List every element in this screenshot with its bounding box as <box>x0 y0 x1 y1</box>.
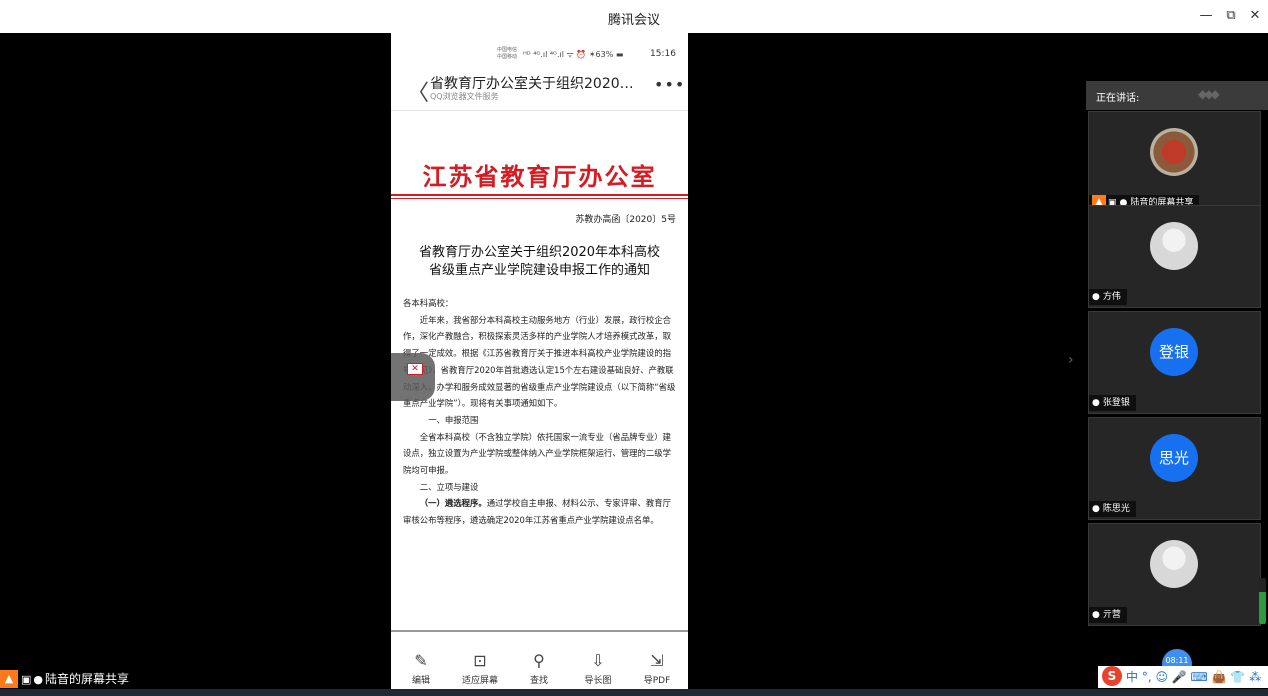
speaking-label: 正在讲话: <box>1096 93 1140 104</box>
volume-meter <box>1259 578 1266 624</box>
shared-phone-screen: 中国电信 中国移动 ᴴᴰ ⁴ᴳ.ıl ⁴ᴳ.ıl ᯤ ⏰ ✶63% ▬ 15:1… <box>391 33 688 696</box>
doc-viewer-subtitle: QQ浏览器文件服务 <box>430 92 499 101</box>
screen-share-icon: ▣ <box>21 673 32 686</box>
person-icon: ▲ <box>0 670 18 688</box>
minimize-button[interactable]: — <box>1196 8 1216 23</box>
fit-screen-icon: ⊡ <box>473 651 487 670</box>
red-divider-top-thin <box>391 198 688 199</box>
section-heading-2: 二、立项与建设 <box>419 481 479 492</box>
edit-label: 编辑 <box>411 676 430 686</box>
carrier-labels: 中国电信 中国移动 <box>497 47 517 61</box>
participant-tile[interactable]: 思光 ● 陈思光 <box>1088 417 1261 520</box>
fit-screen-label: 适应屏幕 <box>461 676 498 686</box>
close-button[interactable]: ✕ <box>1245 8 1265 23</box>
notice-title-line-2: 省级重点产业学院建设申报工作的通知 <box>428 263 650 278</box>
window-titlebar: 腾讯会议 — ⧉ ✕ <box>0 0 1268 33</box>
participant-tile[interactable]: ▲ ▣ ● 陆音的屏幕共享 <box>1088 111 1261 214</box>
ime-status-icons[interactable]: 中 °, ☺ 🎤 ⌨ 👜 👕 ⁂ <box>1126 670 1261 684</box>
phone-statusbar: 中国电信 中国移动 ᴴᴰ ⁴ᴳ.ıl ⁴ᴳ.ıl ᯤ ⏰ ✶63% ▬ 15:1… <box>391 33 688 69</box>
participant-name: 亓营 <box>1102 610 1121 620</box>
tencent-meeting-logo-icon: ◆◆◆ <box>1198 87 1220 101</box>
salutation: 各本科高校： <box>403 298 454 308</box>
mic-icon: ● <box>1092 398 1100 408</box>
participant-name: 方伟 <box>1102 292 1121 302</box>
participant-name-bar: ● 陈思光 <box>1089 501 1136 517</box>
paragraph-3: （一）遴选程序。通过学校自主申报、材料公示、专家评审、教育厅审核公布等程序，遴选… <box>403 495 676 528</box>
avatar: 登银 <box>1150 328 1198 376</box>
red-divider-top <box>391 194 688 196</box>
notice-title-line-1: 省教育厅办公室关于组织2020年本科高校 <box>418 245 661 260</box>
participant-tile[interactable]: 登银 ● 张登银 <box>1088 311 1261 414</box>
pdf-icon: ⇲ <box>650 651 664 670</box>
mic-muted-icon: ● <box>1092 292 1100 302</box>
document-number: 苏教办高函〔2020〕5号 <box>575 215 676 225</box>
avatar <box>1150 540 1198 588</box>
paragraph-1: 近年来，我省部分本科高校主动服务地方（行业）发展，政行校企合作，深化产教融合，积… <box>403 314 676 409</box>
window-title: 腾讯会议 <box>607 13 660 28</box>
doc-viewer-header: 〈 省教育厅办公室关于组织2020… QQ浏览器文件服务 ••• <box>391 69 688 111</box>
notice-body: 各本科高校： 近年来，我省部分本科高校主动服务地方（行业）发展，政行校企合作，深… <box>403 295 676 529</box>
avatar <box>1150 128 1198 176</box>
carrier-1: 中国电信 <box>497 47 518 53</box>
mic-icon: ● <box>33 673 44 686</box>
participant-name: 张登银 <box>1102 398 1130 408</box>
windows-taskbar <box>0 689 1268 696</box>
participant-name-bar: ● 方伟 <box>1089 289 1127 305</box>
participant-tile[interactable]: ● 方伟 <box>1088 205 1261 308</box>
paragraph-2: 全省本科高校（不含独立学院）依托国家一流专业（省品牌专业）建设点，独立设置为产业… <box>403 431 672 476</box>
paragraph-3-lead: （一）遴选程序。 <box>419 498 487 509</box>
find-button[interactable]: ⚲ 查找 <box>514 651 564 686</box>
screen-share-label: ▲ ▣ ● 陆音的屏幕共享 <box>0 670 129 690</box>
participants-panel: 正在讲话: ◆◆◆ ▲ ▣ ● 陆音的屏幕共享 ● 方伟 登银 ● 张登银 思光 ● 陈思光… <box>1086 81 1268 677</box>
carrier-2: 中国移动 <box>497 54 518 60</box>
status-icons: ᴴᴰ ⁴ᴳ.ıl ⁴ᴳ.ıl ᯤ ⏰ ✶63% ▬ <box>523 50 624 59</box>
participant-name: 陈思光 <box>1102 504 1130 514</box>
export-pdf-label: 导PDF <box>643 676 671 686</box>
status-time: 15:16 <box>650 49 676 59</box>
participant-name-bar: ● 亓营 <box>1089 607 1127 623</box>
find-label: 查找 <box>529 676 548 686</box>
ime-toolbar[interactable]: S 中 °, ☺ 🎤 ⌨ 👜 👕 ⁂ <box>1098 666 1268 688</box>
avatar <box>1150 222 1198 270</box>
restore-button[interactable]: ⧉ <box>1221 8 1241 23</box>
participant-tile[interactable]: ● 亓营 <box>1088 523 1261 626</box>
red-letterhead: 江苏省教育厅办公室 <box>422 162 657 191</box>
collapse-panel-arrow-icon[interactable]: › <box>1068 352 1074 368</box>
fit-screen-button[interactable]: ⊡ 适应屏幕 <box>455 651 505 686</box>
mic-muted-icon: ● <box>1092 610 1100 620</box>
avatar: 思光 <box>1150 434 1198 482</box>
doc-viewer-title: 省教育厅办公室关于组织2020… <box>430 76 634 92</box>
section-heading-1: 一、申报范围 <box>428 414 479 425</box>
edit-button[interactable]: ✎ 编辑 <box>396 651 446 686</box>
page-separator <box>391 630 688 632</box>
speaking-header: 正在讲话: ◆◆◆ <box>1086 81 1268 110</box>
export-long-image-button[interactable]: ⇩ 导长图 <box>573 651 623 686</box>
long-image-icon: ⇩ <box>591 651 605 670</box>
back-arrow-icon[interactable]: 〈 <box>407 75 429 107</box>
more-options-icon[interactable]: ••• <box>654 75 685 94</box>
edit-icon: ✎ <box>414 651 428 670</box>
participant-name-bar: ● 张登银 <box>1089 395 1136 411</box>
search-icon: ⚲ <box>533 651 545 670</box>
sogou-logo-icon: S <box>1102 666 1122 686</box>
document-page: 江苏省教育厅办公室 苏教办高函〔2020〕5号 省教育厅办公室关于组织2020年… <box>391 111 688 675</box>
share-label-text: 陆音的屏幕共享 <box>45 672 130 686</box>
export-pdf-button[interactable]: ⇲ 导PDF <box>632 651 682 686</box>
floating-tool-button[interactable]: ✕ <box>391 353 435 401</box>
close-icon[interactable]: ✕ <box>407 363 423 375</box>
notice-title: 省教育厅办公室关于组织2020年本科高校 省级重点产业学院建设申报工作的通知 <box>391 244 688 280</box>
export-long-image-label: 导长图 <box>584 676 612 686</box>
mic-muted-icon: ● <box>1092 504 1100 514</box>
